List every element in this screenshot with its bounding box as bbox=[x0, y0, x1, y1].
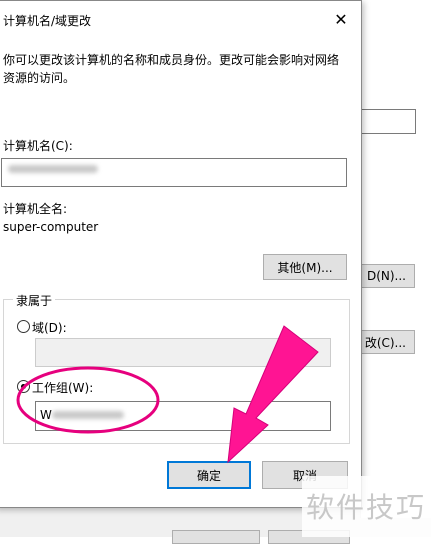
dialog-titlebar: 计算机名/域更改 ✕ bbox=[0, 1, 361, 37]
computer-name-blurred-value bbox=[8, 165, 98, 173]
watermark-text: 软件技巧 bbox=[306, 491, 427, 524]
full-name-value: super-computer bbox=[3, 220, 99, 234]
domain-radio[interactable] bbox=[17, 320, 30, 333]
more-button[interactable]: 其他(M)... bbox=[263, 254, 347, 280]
background-bottom-button-1[interactable] bbox=[172, 530, 260, 544]
domain-label: 域(D): bbox=[32, 321, 67, 335]
computer-name-input[interactable] bbox=[1, 158, 347, 187]
background-text-field[interactable] bbox=[358, 109, 416, 134]
close-icon[interactable]: ✕ bbox=[327, 7, 355, 31]
workgroup-blurred-value bbox=[52, 411, 124, 419]
workgroup-value: W bbox=[40, 408, 52, 422]
dialog-description: 你可以更改该计算机的名称和成员身份。更改可能会影响对网络资源的访问。 bbox=[3, 53, 340, 85]
computer-name-label: 计算机名(C): bbox=[3, 139, 73, 153]
background-button-2[interactable]: 改(C)... bbox=[358, 330, 415, 354]
domain-input[interactable] bbox=[35, 338, 331, 367]
workgroup-radio[interactable] bbox=[17, 380, 30, 393]
dialog-title: 计算机名/域更改 bbox=[3, 14, 92, 28]
workgroup-input[interactable]: W bbox=[35, 401, 331, 431]
computer-name-dialog: 计算机名/域更改 ✕ 你可以更改该计算机的名称和成员身份。更改可能会影响对网络资… bbox=[0, 0, 362, 508]
workgroup-label: 工作组(W): bbox=[32, 381, 94, 395]
background-button-1[interactable]: D(N)... bbox=[358, 264, 415, 288]
full-name-label: 计算机全名: bbox=[3, 202, 68, 216]
member-of-label: 隶属于 bbox=[13, 292, 56, 309]
ok-button[interactable]: 确定 bbox=[167, 461, 251, 489]
